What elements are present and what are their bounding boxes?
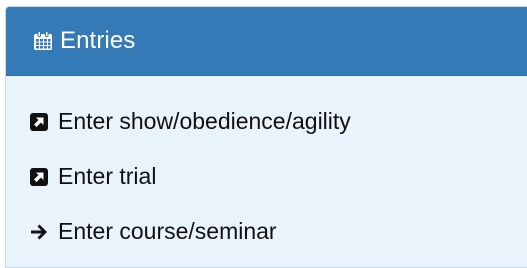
calendar-icon bbox=[32, 30, 54, 52]
entry-link-show-obedience-agility[interactable]: Enter show/obedience/agility bbox=[28, 94, 527, 149]
panel-header: Entries bbox=[6, 7, 527, 76]
entries-panel: Entries Enter show/obedience/agility Ent… bbox=[5, 6, 527, 268]
entry-link-trial[interactable]: Enter trial bbox=[28, 149, 527, 204]
entry-label: Enter show/obedience/agility bbox=[58, 108, 351, 134]
panel-title: Entries bbox=[60, 27, 136, 54]
entry-link-course-seminar[interactable]: Enter course/seminar bbox=[28, 204, 527, 259]
entry-label: Enter course/seminar bbox=[58, 218, 277, 244]
entries-list: Enter show/obedience/agility Enter trial… bbox=[6, 76, 527, 259]
external-link-square-icon bbox=[28, 166, 50, 188]
arrow-right-icon bbox=[28, 221, 50, 243]
external-link-square-icon bbox=[28, 111, 50, 133]
entry-label: Enter trial bbox=[58, 163, 157, 189]
